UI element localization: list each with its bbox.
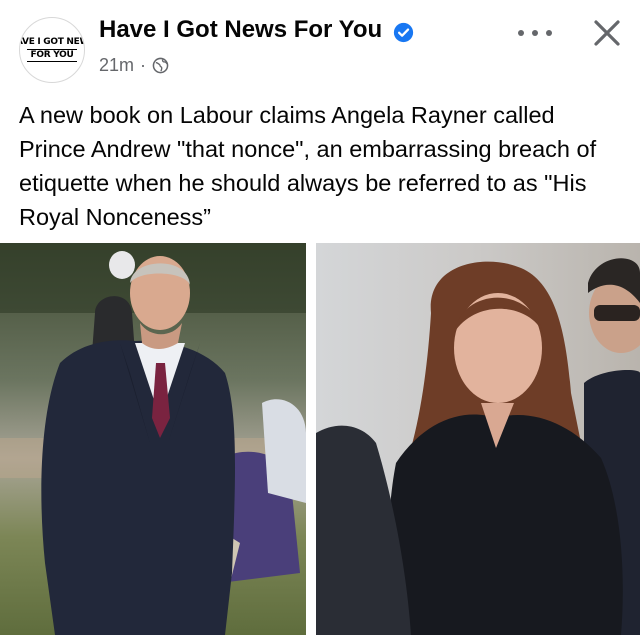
more-options-button[interactable] [518, 24, 552, 42]
more-dot [532, 30, 538, 36]
avatar-logo-line2: FOR YOU [26, 49, 78, 62]
photo-left-illustration [0, 243, 306, 635]
page-name-link[interactable]: Have I Got News For You [99, 16, 382, 44]
page-avatar[interactable]: HAVE I GOT NEWS FOR YOU [19, 17, 85, 83]
photo-right-illustration [316, 243, 640, 635]
meta-separator: · [140, 55, 147, 75]
verified-badge-icon [393, 22, 414, 43]
post-caption: A new book on Labour claims Angela Rayne… [19, 102, 597, 230]
avatar-logo-line1: HAVE I GOT NEWS [20, 37, 84, 47]
globe-icon [152, 57, 169, 74]
close-icon[interactable] [589, 15, 625, 51]
more-dot [546, 30, 552, 36]
post-timestamp[interactable]: 21m [99, 55, 134, 76]
post-meta: 21m · [99, 55, 169, 76]
post-header: HAVE I GOT NEWS FOR YOU Have I Got News … [0, 0, 640, 96]
photo-woman-in-black-coat[interactable] [316, 243, 640, 635]
more-dot [518, 30, 524, 36]
photo-man-in-overcoat[interactable] [0, 243, 306, 635]
